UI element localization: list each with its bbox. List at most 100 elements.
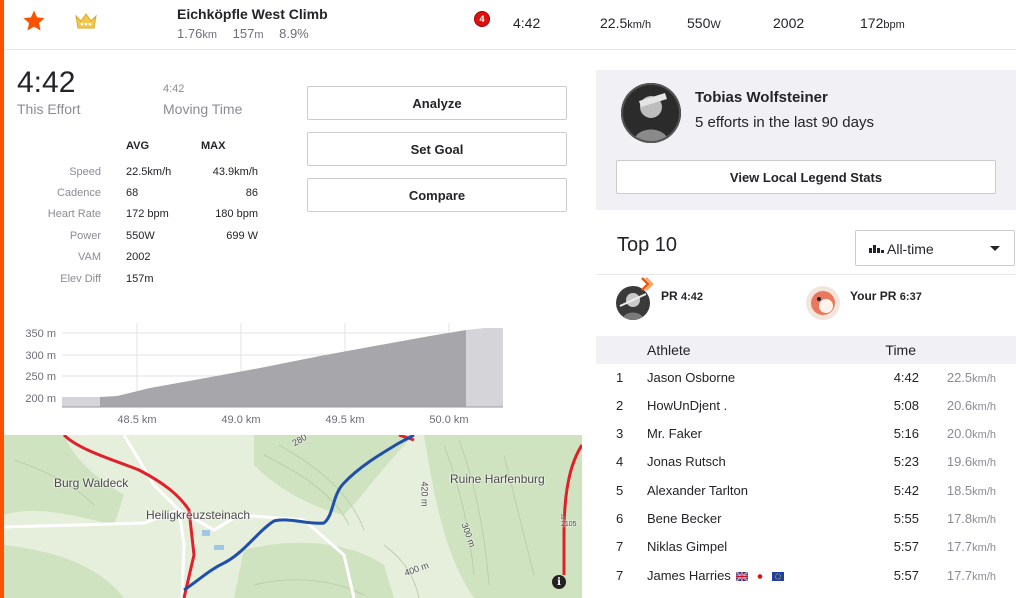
rank: 7 bbox=[616, 568, 624, 583]
athlete-name-with-flags[interactable]: James Harries bbox=[647, 568, 784, 583]
table-row[interactable]: 4 Jonas Rutsch 5:23 19.6km/h bbox=[596, 448, 1016, 476]
effort-speed: 17.8km/h bbox=[946, 511, 996, 526]
moving-time-label: Moving Time bbox=[163, 101, 243, 117]
bars-icon bbox=[869, 245, 884, 253]
athlete-name[interactable]: Jason Osborne bbox=[647, 370, 735, 385]
segment-name[interactable]: Eichköpfle West Climb bbox=[177, 6, 328, 22]
japan-flag-icon bbox=[754, 572, 767, 582]
rank: 5 bbox=[616, 483, 624, 498]
moving-time: 4:42 bbox=[163, 83, 185, 95]
uk-flag-icon bbox=[736, 572, 749, 582]
local-legend-efforts: 5 efforts in the last 90 days bbox=[695, 114, 874, 131]
avatar[interactable] bbox=[806, 286, 840, 320]
crown-icon bbox=[75, 13, 97, 29]
map-contour-label: 420 m bbox=[419, 481, 430, 507]
stat-label: Elev Diff bbox=[60, 273, 101, 285]
map-canvas[interactable] bbox=[4, 435, 582, 598]
table-row[interactable]: 3 Mr. Faker 5:16 20.0km/h bbox=[596, 420, 1016, 448]
analyze-button[interactable]: Analyze bbox=[307, 86, 567, 120]
rank: 2 bbox=[616, 398, 624, 413]
athlete-name[interactable]: Alexander Tarlton bbox=[647, 483, 748, 498]
info-icon[interactable]: i bbox=[552, 575, 566, 589]
avatar[interactable] bbox=[616, 286, 650, 320]
effort-speed: 17.7km/h bbox=[946, 539, 996, 554]
effort-speed: 22.5km/h bbox=[946, 370, 996, 385]
map-label-ruine-harfenburg: Ruine Harfenburg bbox=[450, 472, 545, 486]
achievement-badge: 4 bbox=[474, 11, 490, 27]
athlete-name[interactable]: Niklas Gimpel bbox=[647, 539, 727, 554]
y-tick: 300 m bbox=[25, 350, 56, 362]
star-icon[interactable] bbox=[22, 9, 46, 33]
effort-time[interactable]: 5:08 bbox=[894, 398, 919, 413]
stat-label: Speed bbox=[69, 166, 101, 178]
compare-button[interactable]: Compare bbox=[307, 178, 567, 212]
rank: 1 bbox=[616, 370, 624, 385]
effort-time-label: This Effort bbox=[17, 101, 81, 117]
x-tick: 48.5 km bbox=[117, 414, 156, 426]
segment-power: 550W bbox=[687, 15, 721, 31]
max-header: MAX bbox=[201, 140, 226, 152]
elevation-profile[interactable]: 350 m 300 m 250 m 200 m 48.5 km 49.0 km … bbox=[0, 318, 520, 430]
rank: 6 bbox=[616, 511, 624, 526]
stat-avg: 172 bpm bbox=[126, 208, 169, 220]
effort-time[interactable]: 5:16 bbox=[894, 426, 919, 441]
effort-time[interactable]: 5:57 bbox=[894, 539, 919, 554]
set-goal-button[interactable]: Set Goal bbox=[307, 132, 567, 166]
effort-time: 4:42 bbox=[17, 66, 76, 99]
effort-time[interactable]: 5:55 bbox=[894, 511, 919, 526]
segment-time: 4:42 bbox=[513, 15, 541, 31]
elevation-area-segment bbox=[100, 330, 466, 407]
stat-label: VAM bbox=[77, 251, 101, 263]
stat-max: 699 W bbox=[226, 230, 258, 242]
table-row[interactable]: 7 James Harries 5:57 17.7km/h bbox=[596, 562, 1016, 590]
athlete-name[interactable]: Mr. Faker bbox=[647, 426, 702, 441]
map-road-label: L 2105 bbox=[561, 514, 577, 528]
stat-row-heart-rate: Heart Rate 172 bpm 180 bpm bbox=[0, 208, 300, 228]
chevron-down-icon bbox=[990, 246, 1000, 251]
effort-time[interactable]: 5:42 bbox=[894, 483, 919, 498]
avg-header: AVG bbox=[126, 140, 150, 152]
athlete-name[interactable]: HowUnDjent . bbox=[647, 398, 727, 413]
segment-row[interactable]: Eichköpfle West Climb 1.76km 157m 8.9% 4… bbox=[4, 0, 1016, 50]
stat-avg: 2002 bbox=[126, 251, 151, 263]
chevrons-icon bbox=[641, 277, 654, 291]
top10-title: Top 10 bbox=[617, 234, 678, 256]
stat-label: Heart Rate bbox=[47, 208, 101, 220]
avatar[interactable] bbox=[621, 83, 681, 143]
table-row[interactable]: 1 Jason Osborne 4:42 22.5km/h bbox=[596, 364, 1016, 392]
x-tick: 49.0 km bbox=[221, 414, 260, 426]
athlete-name[interactable]: Jonas Rutsch bbox=[647, 454, 726, 469]
table-row[interactable]: 7 Niklas Gimpel 5:57 17.7km/h bbox=[596, 533, 1016, 561]
local-legend-name[interactable]: Tobias Wolfsteiner bbox=[695, 89, 828, 106]
rank: 7 bbox=[616, 539, 624, 554]
col-athlete: Athlete bbox=[647, 342, 691, 358]
stat-label: Cadence bbox=[56, 187, 101, 199]
y-tick: 250 m bbox=[25, 371, 56, 383]
effort-time[interactable]: 4:42 bbox=[894, 370, 919, 385]
table-row[interactable]: 2 HowUnDjent . 5:08 20.6km/h bbox=[596, 392, 1016, 420]
segment-map[interactable]: Burg Waldeck Heiligkreuzsteinach Ruine H… bbox=[4, 435, 582, 598]
segment-meta: 1.76km 157m 8.9% bbox=[177, 26, 309, 41]
effort-speed: 19.6km/h bbox=[946, 454, 996, 469]
x-tick: 50.0 km bbox=[429, 414, 468, 426]
effort-time[interactable]: 5:57 bbox=[894, 568, 919, 583]
x-tick: 49.5 km bbox=[325, 414, 364, 426]
map-label-heiligkreuzsteinach: Heiligkreuzsteinach bbox=[146, 508, 251, 522]
athlete-name[interactable]: Bene Becker bbox=[647, 511, 721, 526]
table-row[interactable]: 6 Bene Becker 5:55 17.8km/h bbox=[596, 505, 1016, 533]
segment-heart-rate: 172bpm bbox=[860, 15, 905, 31]
timeframe-value: All-time bbox=[887, 241, 934, 257]
effort-speed: 18.5km/h bbox=[946, 483, 996, 498]
timeframe-dropdown[interactable]: All-time bbox=[855, 230, 1015, 266]
stat-row-speed: Speed 22.5km/h 43.9km/h bbox=[0, 166, 300, 186]
stat-avg: 550W bbox=[126, 230, 155, 242]
table-row[interactable]: 5 Alexander Tarlton 5:42 18.5km/h bbox=[596, 477, 1016, 505]
stat-label: Power bbox=[69, 230, 101, 242]
effort-time[interactable]: 5:23 bbox=[894, 454, 919, 469]
stat-row-cadence: Cadence 68 86 bbox=[0, 187, 300, 207]
elevation-area-after bbox=[466, 328, 503, 407]
stat-row-elev-diff: Elev Diff 157m bbox=[0, 273, 300, 293]
view-local-legend-stats-button[interactable]: View Local Legend Stats bbox=[616, 160, 996, 194]
stat-row-vam: VAM 2002 bbox=[0, 251, 300, 271]
pr-summary-row: PR 4:42 Your PR 6:37 bbox=[596, 274, 1016, 332]
